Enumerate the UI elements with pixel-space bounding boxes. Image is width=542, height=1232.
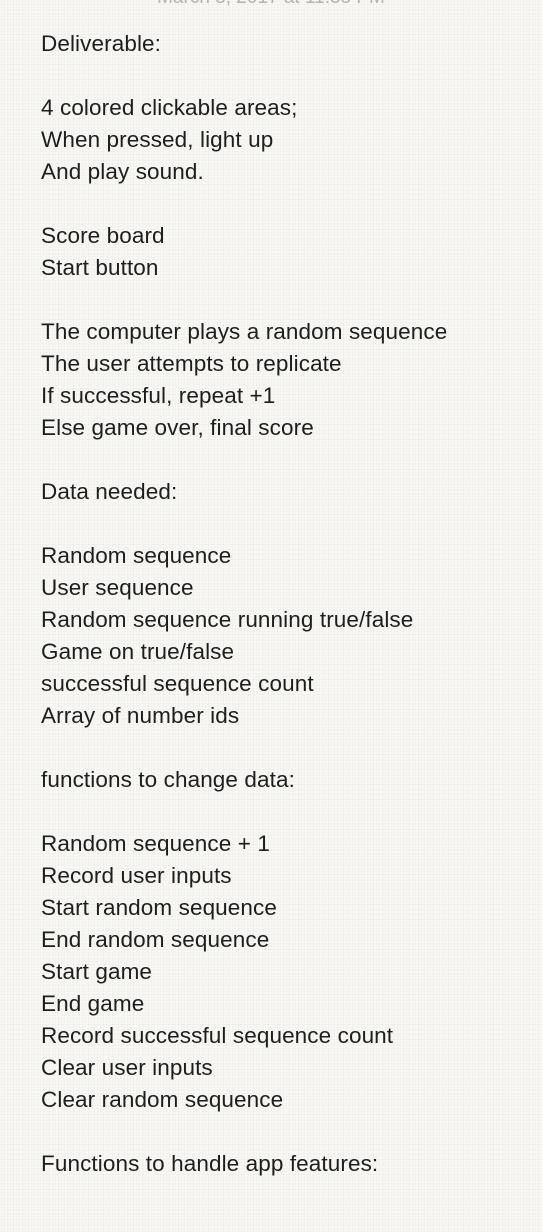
note-line-blank[interactable] <box>41 444 531 476</box>
note-line-blank[interactable] <box>41 284 531 316</box>
note-line[interactable]: Data needed: <box>41 476 531 508</box>
note-line[interactable]: Record successful sequence count <box>41 1020 531 1052</box>
note-line[interactable]: Random sequence running true/false <box>41 604 531 636</box>
note-line[interactable]: Start random sequence <box>41 892 531 924</box>
note-line[interactable]: Random sequence + 1 <box>41 828 531 860</box>
note-line[interactable]: And play sound. <box>41 156 531 188</box>
note-line[interactable]: End random sequence <box>41 924 531 956</box>
note-line[interactable]: End game <box>41 988 531 1020</box>
note-line[interactable]: Else game over, final score <box>41 412 531 444</box>
note-date-header: March 8, 2017 at 11:38 PM <box>0 0 542 8</box>
note-line-blank[interactable] <box>41 60 531 92</box>
note-line-blank[interactable] <box>41 732 531 764</box>
note-line[interactable]: successful sequence count <box>41 668 531 700</box>
note-line-blank[interactable] <box>41 1116 531 1148</box>
note-line[interactable]: When pressed, light up <box>41 124 531 156</box>
note-line[interactable]: Clear user inputs <box>41 1052 531 1084</box>
note-line[interactable]: Start button <box>41 252 531 284</box>
note-line-blank[interactable] <box>41 188 531 220</box>
note-line[interactable]: functions to change data: <box>41 764 531 796</box>
note-line[interactable]: Game on true/false <box>41 636 531 668</box>
note-line[interactable]: Score board <box>41 220 531 252</box>
note-line[interactable]: The computer plays a random sequence <box>41 316 531 348</box>
note-body[interactable]: Deliverable: 4 colored clickable areas; … <box>41 28 531 1180</box>
note-line[interactable]: Clear random sequence <box>41 1084 531 1116</box>
note-line[interactable]: If successful, repeat +1 <box>41 380 531 412</box>
note-line[interactable]: Array of number ids <box>41 700 531 732</box>
note-line[interactable]: Start game <box>41 956 531 988</box>
note-line-blank[interactable] <box>41 508 531 540</box>
note-line-blank[interactable] <box>41 796 531 828</box>
note-line[interactable]: Record user inputs <box>41 860 531 892</box>
note-line[interactable]: The user attempts to replicate <box>41 348 531 380</box>
note-line[interactable]: Functions to handle app features: <box>41 1148 531 1180</box>
note-line[interactable]: 4 colored clickable areas; <box>41 92 531 124</box>
note-line[interactable]: Random sequence <box>41 540 531 572</box>
note-line[interactable]: User sequence <box>41 572 531 604</box>
note-line[interactable]: Deliverable: <box>41 28 531 60</box>
